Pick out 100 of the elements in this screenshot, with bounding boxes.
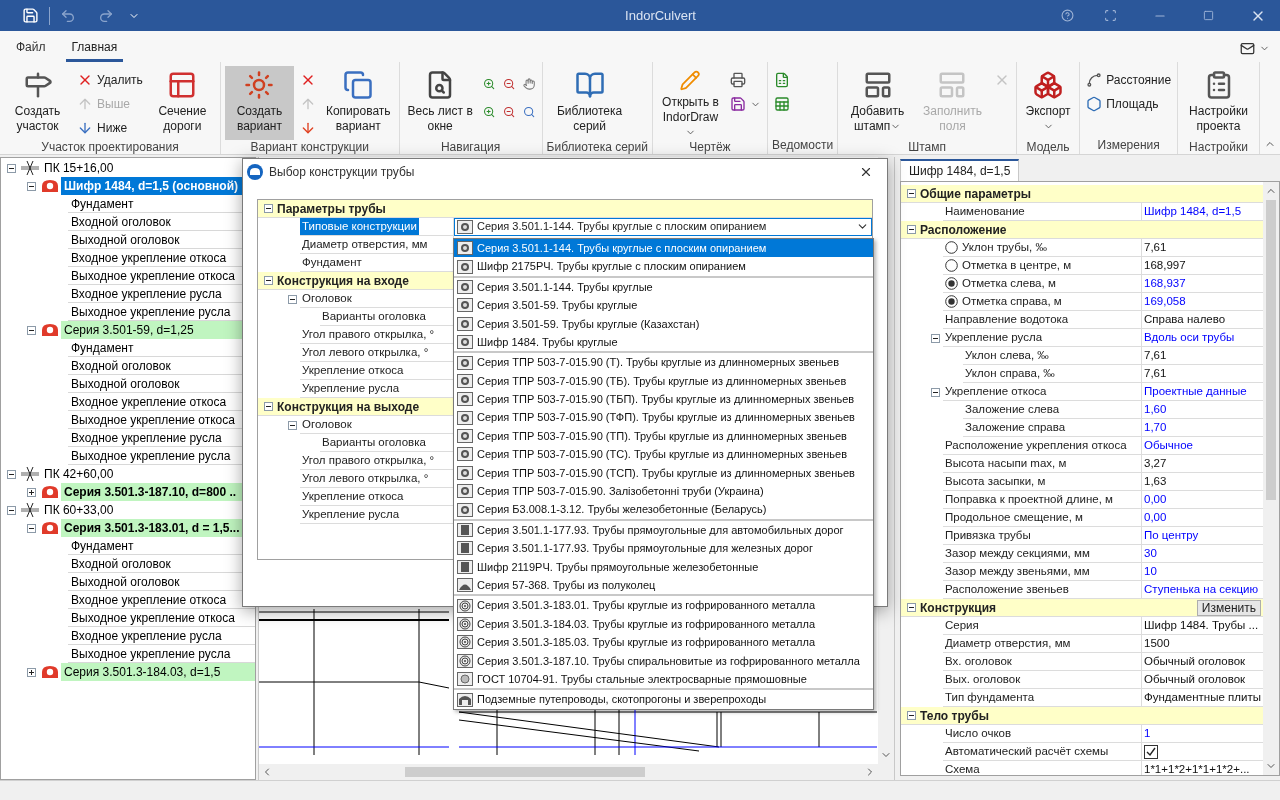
dropdown-option[interactable]: Серия 57-368. Трубы из полуколец [454,576,873,595]
dropdown-option[interactable]: Шифр 1484. Трубы круглые [454,332,873,352]
radio-button[interactable] [945,295,958,308]
property-value[interactable]: 168,997 [1144,256,1186,275]
property-value[interactable]: 30 [1144,544,1157,563]
ribbon-button[interactable]: Площадь [1084,94,1174,114]
help-icon[interactable] [1061,9,1074,22]
collapse-icon[interactable] [907,225,916,234]
change-button[interactable]: Изменить [1196,599,1261,616]
property-value[interactable]: Обычный оголовок [1144,670,1246,689]
ribbon-button[interactable]: Создать вариант [224,66,294,140]
dropdown-option[interactable]: Серия ТПР 503-7-015.90 (ТСП). Трубы круглые из длинномерных звеньев [454,463,873,483]
scrollbar[interactable] [1263,182,1279,775]
property-label[interactable]: Укрепление русла [300,379,402,398]
property-value[interactable]: 169,058 [1144,292,1186,311]
dropdown-option[interactable]: Подземные путепроводы, скотопрогоны и зверепроходы [454,690,873,709]
property-value[interactable]: По центру [1144,526,1199,545]
dropdown-option[interactable]: Серия 3.501.3-183.01. Трубы круглые из гофрированного металла [454,596,873,615]
dropdown-option[interactable]: Серия ТПР 503-7-015.90 (ТБП). Трубы круглые из длинномерных звеньев [454,390,873,409]
dropdown-option[interactable]: Серия ТПР 503-7-015.90. Залізобетонні труби (Украина) [454,482,873,501]
scroll-thumb[interactable] [405,767,645,777]
ribbon-icon-button[interactable] [772,94,792,114]
scroll-thumb[interactable] [1266,200,1276,500]
property-value[interactable]: 0,00 [1144,508,1167,527]
property-label[interactable]: Угол правого открылка, ° [300,325,437,344]
property-label[interactable]: Укрепление русла [300,505,402,524]
collapse-icon[interactable] [264,204,273,213]
property-value[interactable]: Шифр 1484. Трубы ... [1144,616,1259,635]
property-value[interactable]: Обычное [1144,436,1193,455]
collapse-icon[interactable] [27,181,36,191]
radio-button[interactable] [945,259,958,272]
property-label[interactable]: Фундамент [300,253,364,272]
collapse-icon[interactable] [264,276,273,285]
ribbon-button[interactable]: Экспорт [1020,66,1076,140]
expand-icon[interactable] [27,667,36,677]
close-icon[interactable] [859,165,873,179]
dropdown-option[interactable]: Серия Б3.008.1-3.12. Трубы железобетонные (Беларусь) [454,500,873,519]
ribbon-button[interactable]: Открыть в IndorDraw [656,66,724,140]
dropdown-option[interactable]: Серия 3.501.1-177.93. Трубы прямоугольные для железных дорог [454,539,873,558]
property-value[interactable]: 168,937 [1144,274,1186,293]
property-label[interactable]: Угол левого открылка, ° [300,343,431,362]
collapse-icon[interactable] [288,294,297,304]
dropdown-option[interactable]: Серия 3.501.3-185.03. Трубы круглые из гофрированного металла [454,633,873,652]
property-label[interactable]: Угол правого открылка, ° [300,451,437,470]
ribbon-button[interactable]: Настройки проекта [1182,66,1255,140]
property-value[interactable]: Шифр 1484, d=1,5 [1144,202,1242,221]
property-label[interactable]: Укрепление откоса [300,361,406,380]
collapse-icon[interactable] [907,189,916,198]
property-value[interactable]: 1 [1144,724,1151,743]
property-value[interactable]: 7,61 [1144,346,1167,365]
ribbon-button[interactable]: Удалить [75,70,145,90]
tree-item[interactable]: Выходное укрепление откоса [68,609,255,627]
dropdown-option[interactable]: Серия 3.501.3-184.03. Трубы круглые из гофрированного металла [454,614,873,634]
property-value[interactable]: 1,70 [1144,418,1167,437]
dropdown-option[interactable]: Серия 3.501-59. Трубы круглые (Казахстан) [454,314,873,333]
ribbon-button[interactable]: Добавить штамп [842,66,914,140]
property-label[interactable]: Варианты оголовка [320,433,428,452]
property-label[interactable]: Оголовок [300,289,354,308]
property-value[interactable]: Справа налево [1144,310,1226,329]
property-value[interactable]: 1,60 [1144,400,1167,419]
dropdown-option[interactable]: Серия 3.501.1-144. Трубы круглые [454,277,873,297]
mail-icon[interactable] [1240,41,1255,56]
ribbon-button[interactable]: Сечение дороги [148,66,216,140]
property-value[interactable]: 1*1+1*2+1*1+1*2+... [1144,760,1250,775]
property-value[interactable]: 3,27 [1144,454,1167,473]
save-icon[interactable] [22,7,39,24]
property-value[interactable]: 1,63 [1144,472,1167,491]
dropdown-option[interactable]: Серия ТПР 503-7-015.90 (Т). Трубы круглые из длинномерных звеньев [454,353,873,372]
ribbon-button[interactable]: Ниже [75,118,145,138]
undo-icon[interactable] [60,7,76,24]
property-label[interactable]: Угол левого открылка, ° [300,469,431,488]
collapse-icon[interactable] [264,402,273,411]
property-label[interactable]: Варианты оголовка [320,307,428,326]
maximize-icon[interactable] [1203,10,1214,21]
collapse-icon[interactable] [288,420,297,430]
property-label[interactable]: Оголовок [300,415,354,434]
ribbon-button[interactable]: Создать участок [4,66,72,140]
redo-icon[interactable] [98,7,114,24]
dropdown-option[interactable]: Серия 3.501.1-144. Трубы круглые с плоским опиранием [454,239,873,258]
property-value[interactable]: 1500 [1144,634,1170,653]
checkbox[interactable] [1144,744,1158,759]
collapse-icon[interactable] [907,603,916,612]
dropdown-option[interactable]: Серия 3.501.1-177.93. Трубы прямоугольные для автомобильных дорог [454,520,873,540]
property-value[interactable]: 7,61 [1144,238,1167,257]
tree-item[interactable]: Серия 3.501.3-184.03, d=1,5 [61,663,255,681]
dropdown-option[interactable]: Шифр 2119РЧ. Трубы прямоугольные железобетонные [454,557,873,577]
property-value[interactable]: 7,61 [1144,364,1167,383]
property-label[interactable]: Диаметр отверстия, мм [300,235,430,254]
property-value[interactable]: 10 [1144,562,1157,581]
fullscreen-icon[interactable] [1104,9,1117,22]
dropdown-option[interactable]: Шифр 2175РЧ. Трубы круглые с плоским опиранием [454,257,873,276]
collapse-icon[interactable] [907,711,916,720]
dropdown-option[interactable]: Серия ТПР 503-7-015.90 (ТФП). Трубы круглые из длинномерных звеньев [454,408,873,427]
property-value[interactable]: Вдоль оси трубы [1144,328,1235,347]
collapse-icon[interactable] [931,387,940,397]
collapse-icon[interactable] [27,325,36,335]
dropdown-option[interactable]: Серия 3.501-59. Трубы круглые [454,296,873,315]
panel-tab[interactable]: Шифр 1484, d=1,5 [900,159,1020,181]
ribbon-button[interactable]: Библиотека серий [546,66,633,140]
dropdown-option[interactable]: Серия ТПР 503-7-015.90 (ТБ). Трубы круглые из длинномерных звеньев [454,371,873,391]
